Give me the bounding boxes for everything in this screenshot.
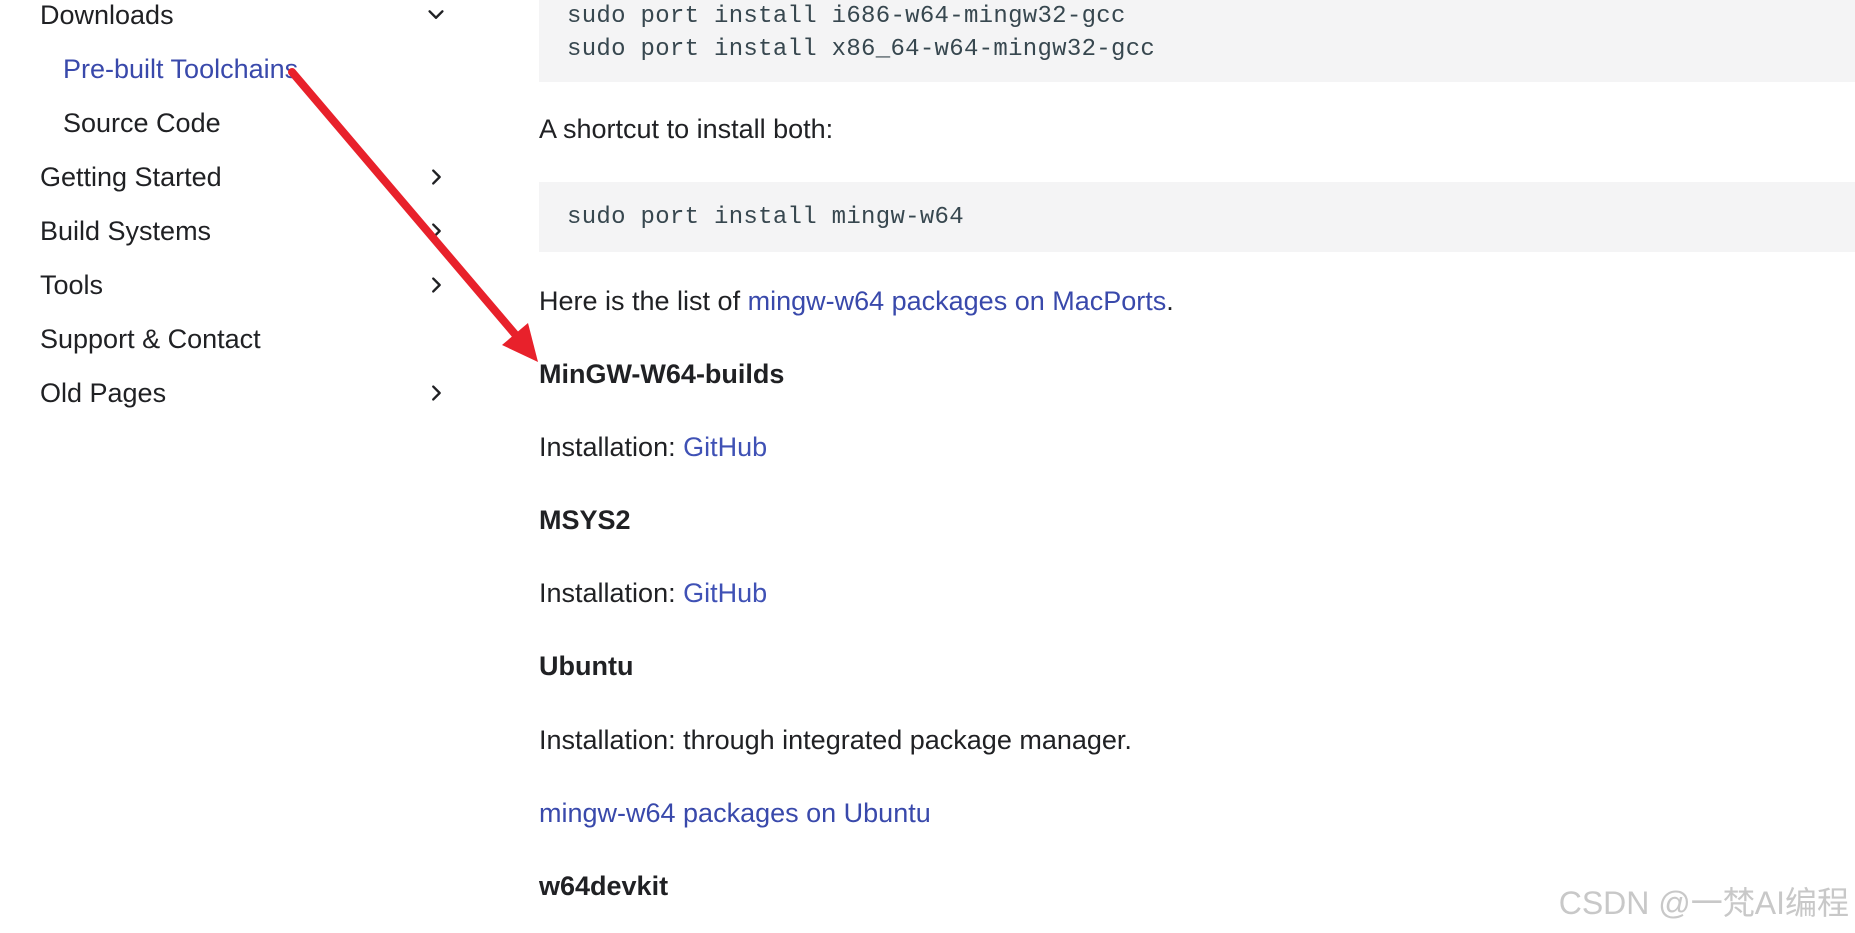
sidebar-item-label: Downloads	[40, 0, 174, 30]
macports-packages-link[interactable]: mingw-w64 packages on MacPorts	[748, 286, 1167, 316]
sidebar-item-old-pages[interactable]: Old Pages	[40, 373, 460, 413]
ubuntu-packages-link[interactable]: mingw-w64 packages on Ubuntu	[539, 798, 931, 828]
sidebar-item-label: Support & Contact	[40, 323, 261, 354]
install-paragraph-msys2: Installation: GitHub	[539, 578, 767, 609]
chevron-down-icon[interactable]	[422, 1, 450, 29]
code-line: sudo port install i686-w64-mingw32-gcc	[567, 3, 1126, 30]
ubuntu-packages-paragraph: mingw-w64 packages on Ubuntu	[539, 798, 931, 829]
code-block-macports-gcc[interactable]: sudo port install i686-w64-mingw32-gcc s…	[539, 0, 1855, 82]
heading-mingw-w64-builds: MinGW-W64-builds	[539, 359, 785, 389]
sidebar-item-build-systems[interactable]: Build Systems	[40, 211, 460, 251]
sidebar-item-tools[interactable]: Tools	[40, 265, 460, 305]
install-paragraph-mingw-w64-builds: Installation: GitHub	[539, 432, 767, 463]
page: Downloads Pre-built Toolchains Source Co…	[0, 0, 1855, 933]
sidebar-item-label: Tools	[40, 269, 104, 300]
heading-w64devkit: w64devkit	[539, 871, 669, 901]
install-prefix: Installation:	[539, 432, 684, 462]
sidebar-item-getting-started[interactable]: Getting Started	[40, 157, 460, 197]
github-link[interactable]: GitHub	[683, 432, 767, 462]
chevron-right-icon[interactable]	[422, 379, 450, 407]
code-block-mingw-w64[interactable]: sudo port install mingw-w64	[539, 182, 1855, 252]
macports-suffix: .	[1166, 286, 1174, 316]
sidebar-item-downloads[interactable]: Downloads	[40, 0, 460, 35]
macports-paragraph: Here is the list of mingw-w64 packages o…	[539, 286, 1174, 317]
macports-prefix: Here is the list of	[539, 286, 748, 316]
sidebar-item-label: Getting Started	[40, 161, 222, 192]
sidebar-item-label: Pre-built Toolchains	[63, 53, 299, 84]
github-link[interactable]: GitHub	[683, 578, 767, 608]
install-paragraph-ubuntu: Installation: through integrated package…	[539, 725, 1132, 755]
shortcut-text: A shortcut to install both:	[539, 114, 834, 144]
code-line: sudo port install x86_64-w64-mingw32-gcc	[567, 36, 1156, 63]
sidebar-nav: Downloads Pre-built Toolchains Source Co…	[0, 0, 470, 933]
csdn-watermark: CSDN @一梵AI编程	[1558, 885, 1849, 921]
sidebar-item-source-code[interactable]: Source Code	[63, 103, 443, 143]
sidebar-item-label: Source Code	[63, 107, 221, 138]
sidebar-item-pre-built-toolchains[interactable]: Pre-built Toolchains	[63, 49, 443, 89]
heading-msys2: MSYS2	[539, 505, 631, 535]
code-line: sudo port install mingw-w64	[567, 204, 964, 231]
sidebar-item-label: Old Pages	[40, 377, 167, 408]
sidebar-item-support-contact[interactable]: Support & Contact	[40, 319, 460, 359]
sidebar-item-label: Build Systems	[40, 215, 212, 246]
install-prefix: Installation:	[539, 578, 684, 608]
heading-ubuntu: Ubuntu	[539, 651, 634, 681]
chevron-right-icon[interactable]	[422, 271, 450, 299]
chevron-right-icon[interactable]	[422, 163, 450, 191]
main-content: sudo port install i686-w64-mingw32-gcc s…	[539, 0, 1855, 933]
chevron-right-icon[interactable]	[422, 217, 450, 245]
